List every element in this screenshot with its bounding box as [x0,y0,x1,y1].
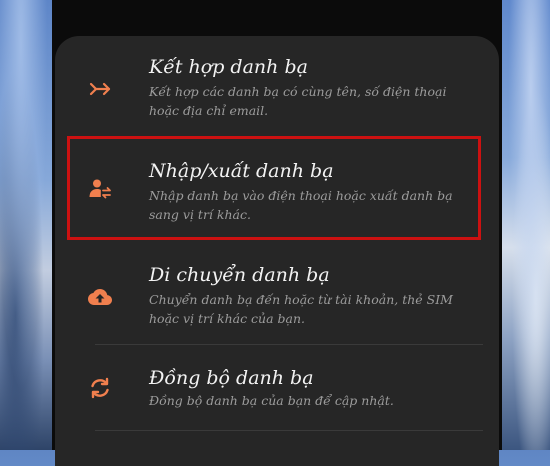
highlight-box [67,136,481,240]
menu-item-title: Đồng bộ danh bạ [149,367,314,389]
menu-item-description: Kết hợp các danh bạ có cùng tên, số điện… [149,84,447,118]
wallpaper-left [0,0,52,450]
wallpaper-right [502,0,550,450]
menu-item-sync-contacts[interactable]: Đồng bộ danh bạ Đồng bộ danh bạ của bạn … [55,345,499,431]
contacts-manage-sheet: Kết hợp danh bạ Kết hợp các danh bạ có c… [55,36,499,466]
sync-icon [85,373,115,403]
menu-item-move-contacts[interactable]: Di chuyển danh bạ Chuyển danh bạ đến hoặ… [55,240,499,344]
menu-divider [95,430,483,431]
top-bar [52,0,502,36]
merge-arrows-icon [85,74,115,104]
menu-item-description: Đồng bộ danh bạ của bạn để cập nhật. [149,393,394,408]
cloud-upload-icon [85,282,115,312]
menu-item-title: Di chuyển danh bạ [149,264,330,286]
menu-item-merge-contacts[interactable]: Kết hợp danh bạ Kết hợp các danh bạ có c… [55,36,499,136]
menu-item-title: Kết hợp danh bạ [149,56,308,78]
menu-item-description: Chuyển danh bạ đến hoặc từ tài khoản, th… [149,292,453,326]
